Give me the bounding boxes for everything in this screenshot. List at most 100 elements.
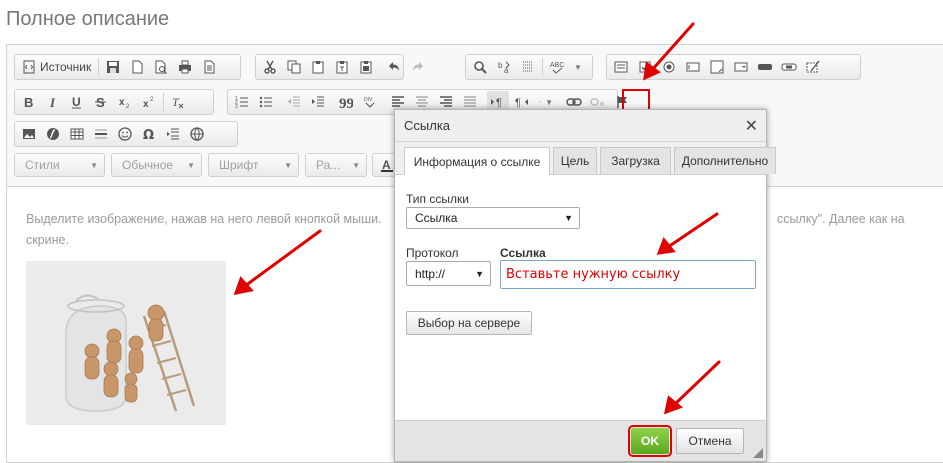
redo-icon [413,62,423,71]
preview-icon [155,60,168,74]
save-button[interactable] [102,56,124,78]
strike-icon: S [95,95,106,109]
div-button[interactable]: DIV [359,91,381,113]
format-combo[interactable]: Обычное ▼ [111,153,202,177]
outdent-button[interactable] [283,91,305,113]
smiley-icon [118,127,132,141]
new-page-button[interactable] [126,56,148,78]
horizontal-rule-button[interactable] [90,123,112,145]
svg-text:U: U [72,95,81,109]
protocol-select[interactable]: http:// ▼ [406,261,491,286]
smiley-button[interactable] [114,123,136,145]
align-right-icon [440,96,452,107]
bold-icon: B [24,95,33,109]
superscript-button[interactable]: x2 [138,91,160,113]
url-value: Вставьте нужную ссылку [506,267,681,282]
strike-button[interactable]: S [90,91,112,113]
cancel-button[interactable]: Отмена [676,428,744,454]
pagebreak-button[interactable] [162,123,184,145]
outdent-icon [288,96,300,107]
dialog-titlebar[interactable]: Ссылка ✕ [395,110,766,142]
radio-button[interactable] [658,56,680,78]
superscript-icon: x2 [143,97,154,109]
remove-format-button[interactable]: T [167,91,189,113]
numbered-list-button[interactable]: 123 [231,91,253,113]
preview-button[interactable] [150,56,172,78]
clipboard-group [255,54,423,80]
underline-button[interactable]: U [66,91,88,113]
special-char-button[interactable]: Ω [138,123,160,145]
link-type-select[interactable]: Ссылка ▼ [406,207,580,229]
blockquote-button[interactable]: 99 [335,91,357,113]
svg-text:I: I [49,95,56,109]
paste-word-button[interactable] [355,56,377,78]
select-field-button[interactable] [730,56,752,78]
language-icon [539,101,541,103]
paste-text-icon [336,61,348,74]
html-button-button[interactable] [754,56,776,78]
form-button[interactable] [610,56,632,78]
editor-content[interactable]: Выделите изображение, нажав на него лево… [26,209,382,251]
bold-button[interactable]: B [18,91,40,113]
hidden-field-button[interactable] [802,56,824,78]
size-combo[interactable]: Ра... ▼ [305,153,367,177]
tab-upload[interactable]: Загрузка [600,147,671,174]
cut-icon [264,60,276,74]
copy-button[interactable] [283,56,305,78]
tab-advanced[interactable]: Дополнительно [674,147,776,174]
tab-target[interactable]: Цель [553,147,597,174]
resize-handle-icon[interactable] [753,448,763,458]
editing-group: ba ABC ▼ [465,54,593,80]
svg-text:DIV: DIV [364,97,373,103]
print-button[interactable] [174,56,196,78]
replace-button[interactable]: ba [493,56,515,78]
source-button[interactable]: Источник [18,56,95,78]
format-label: Обычное [122,158,174,172]
table-button[interactable] [66,123,88,145]
svg-text:2: 2 [126,104,130,109]
italic-icon: I [49,95,56,109]
content-image[interactable] [26,261,226,425]
image-button[interactable] [18,123,40,145]
font-combo[interactable]: Шрифт ▼ [208,153,299,177]
chevron-down-icon: ▼ [187,160,195,170]
find-button[interactable] [469,56,491,78]
styles-combo[interactable]: Стили ▼ [14,153,105,177]
ok-button[interactable]: OK [628,425,672,457]
underline-icon: U [72,95,81,109]
image-button-button[interactable] [778,56,800,78]
tab-link-info[interactable]: Информация о ссылке [404,147,550,175]
redo-button[interactable] [407,56,429,78]
dialog-body: Тип ссылки Ссылка ▼ Протокол http:// ▼ С… [395,176,766,422]
source-label: Источник [40,60,92,74]
textfield-button[interactable] [682,56,704,78]
bulleted-list-button[interactable] [255,91,277,113]
subscript-icon: x2 [119,97,130,109]
iframe-button[interactable] [186,123,208,145]
svg-text:99: 99 [339,96,353,109]
undo-button[interactable] [383,56,405,78]
checkbox-button[interactable] [634,56,656,78]
select-all-button[interactable] [517,56,539,78]
textarea-button[interactable] [706,56,728,78]
checkbox-icon [639,61,651,73]
browse-server-button[interactable]: Выбор на сервере [406,311,532,335]
paste-text-button[interactable] [331,56,353,78]
radio-icon [663,61,675,73]
url-input[interactable]: Вставьте нужную ссылку [500,260,756,289]
subscript-button[interactable]: x2 [114,91,136,113]
italic-button[interactable]: I [42,91,64,113]
justify-icon [464,96,476,107]
spellcheck-button[interactable]: ABC ▼ [546,56,586,78]
templates-button[interactable] [198,56,220,78]
paste-button[interactable] [307,56,329,78]
indent-button[interactable] [307,91,329,113]
save-icon [107,61,120,73]
image-button-icon [781,63,797,71]
svg-text:ABC: ABC [550,62,564,69]
chevron-down-icon: ▼ [284,160,292,170]
close-icon[interactable]: ✕ [745,116,758,136]
cut-button[interactable] [259,56,281,78]
flash-button[interactable] [42,123,64,145]
url-label: Ссылка [500,246,546,260]
